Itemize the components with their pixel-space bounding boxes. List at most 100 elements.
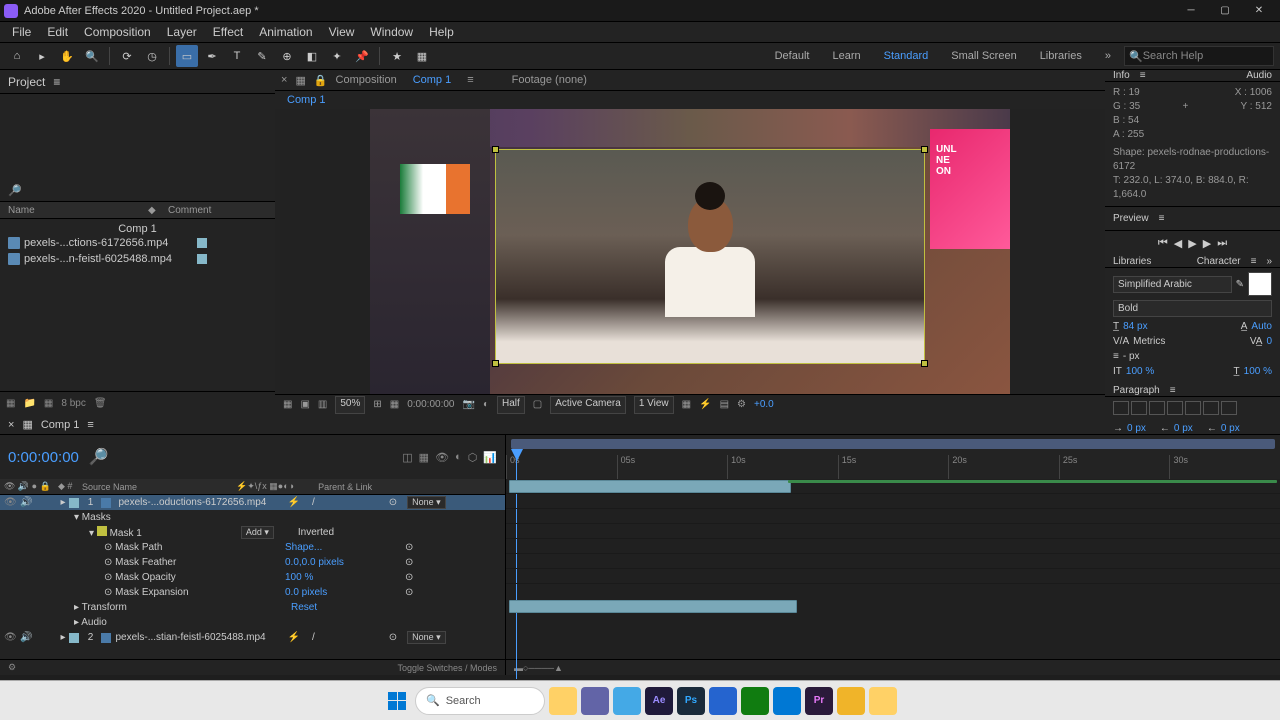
- rotate-tool[interactable]: ◷: [141, 45, 163, 67]
- rectangle-tool[interactable]: ▭: [176, 45, 198, 67]
- menu-window[interactable]: Window: [362, 23, 421, 41]
- audio-tab[interactable]: Audio: [1246, 70, 1272, 81]
- snapshot-icon[interactable]: 📷: [462, 399, 474, 410]
- mask-handle[interactable]: [492, 360, 499, 367]
- col-source-name[interactable]: Source Name: [82, 482, 232, 492]
- roi-icon[interactable]: ▢: [533, 399, 542, 410]
- align-center-icon[interactable]: [1131, 401, 1147, 415]
- menu-animation[interactable]: Animation: [251, 23, 320, 41]
- justify-left-icon[interactable]: [1167, 401, 1183, 415]
- timeline-row[interactable]: 👁🔊▸2pexels-...stian-feistl-6025488.mp4⚡/…: [0, 630, 505, 645]
- timeline-row[interactable]: ⊙ Mask PathShape...⊙: [0, 540, 505, 555]
- timeline-row[interactable]: ▾ Masks: [0, 510, 505, 525]
- guide-icon[interactable]: ▦: [390, 399, 399, 410]
- project-comp-icon[interactable]: ▦: [44, 398, 53, 409]
- frame-blend-icon[interactable]: ◐: [455, 451, 462, 464]
- project-interp-icon[interactable]: ▦: [6, 398, 15, 409]
- color-icon[interactable]: ◐: [483, 399, 489, 410]
- align-right-icon[interactable]: [1149, 401, 1165, 415]
- res-dropdown[interactable]: Half: [497, 396, 525, 414]
- viewer-timecode[interactable]: 0:00:00:00: [407, 399, 454, 410]
- alpha-icon[interactable]: ▦: [283, 399, 292, 410]
- character-tab[interactable]: Character: [1197, 256, 1241, 267]
- taskbar-app-todo[interactable]: [709, 687, 737, 715]
- puppet-tool[interactable]: 📌: [351, 45, 373, 67]
- flowchart-icon[interactable]: ⚙: [737, 399, 746, 410]
- zoom-slider[interactable]: ○────: [523, 663, 554, 673]
- toggle-switches[interactable]: Toggle Switches / Modes: [397, 663, 497, 673]
- res-icon[interactable]: ▥: [318, 399, 327, 410]
- timeline-row[interactable]: ▾ Mask 1Add ▾Inverted: [0, 525, 505, 540]
- info-tab[interactable]: Info: [1113, 70, 1130, 81]
- comp-lock-icon[interactable]: 🔒: [314, 74, 328, 87]
- col-parent[interactable]: Parent & Link: [318, 482, 501, 492]
- font-family-dropdown[interactable]: Simplified Arabic: [1113, 276, 1232, 293]
- timeline-comp-tab[interactable]: Comp 1: [41, 419, 80, 431]
- layer-bar[interactable]: [509, 480, 791, 493]
- comp-menu-icon[interactable]: ≡: [467, 74, 473, 86]
- pen-tool[interactable]: ✒: [201, 45, 223, 67]
- workspace-standard[interactable]: Standard: [874, 50, 939, 62]
- project-bpc[interactable]: 8 bpc: [61, 398, 85, 409]
- eraser-tool[interactable]: ◧: [301, 45, 323, 67]
- camera-dropdown[interactable]: Active Camera: [550, 396, 626, 414]
- shy-icon[interactable]: 👁: [435, 451, 449, 464]
- project-item[interactable]: Comp 1: [0, 219, 275, 235]
- brush-tool[interactable]: ✎: [251, 45, 273, 67]
- hand-tool[interactable]: ✋: [56, 45, 78, 67]
- workspace-overflow-icon[interactable]: »: [1095, 50, 1121, 62]
- paragraph-tab[interactable]: Paragraph: [1113, 385, 1160, 396]
- pixel-icon[interactable]: ▦: [682, 399, 691, 410]
- font-style-dropdown[interactable]: Bold: [1113, 300, 1272, 317]
- fill-toggle[interactable]: ★: [386, 45, 408, 67]
- first-frame-icon[interactable]: ⏮: [1158, 237, 1168, 250]
- taskbar-app-ae[interactable]: Ae: [645, 687, 673, 715]
- panel-menu-icon[interactable]: ≡: [53, 75, 60, 89]
- channel-icon[interactable]: ▣: [300, 399, 309, 410]
- workspace-default[interactable]: Default: [765, 50, 820, 62]
- taskbar-search[interactable]: 🔍 Search: [415, 687, 545, 715]
- fill-color-swatch[interactable]: [1248, 272, 1272, 296]
- type-tool[interactable]: T: [226, 45, 248, 67]
- zoom-dropdown[interactable]: 50%: [335, 396, 365, 414]
- close-button[interactable]: ✕: [1242, 1, 1276, 21]
- libraries-tab[interactable]: Libraries: [1113, 256, 1151, 267]
- mask-handle[interactable]: [921, 360, 928, 367]
- project-item[interactable]: pexels-...ctions-6172656.mp4: [0, 235, 275, 251]
- menu-edit[interactable]: Edit: [39, 23, 76, 41]
- graph-editor-icon[interactable]: 📊: [483, 451, 497, 464]
- timeline-row[interactable]: ▸ Audio: [0, 615, 505, 630]
- eyedropper-icon[interactable]: ✎: [1236, 279, 1244, 290]
- trash-icon[interactable]: 🗑: [94, 398, 107, 409]
- orbit-tool[interactable]: ⟳: [116, 45, 138, 67]
- grid-icon[interactable]: ⊞: [373, 399, 381, 410]
- col-name[interactable]: Name: [8, 205, 148, 216]
- justify-right-icon[interactable]: [1203, 401, 1219, 415]
- maximize-button[interactable]: ▢: [1208, 1, 1242, 21]
- justify-all-icon[interactable]: [1221, 401, 1237, 415]
- mask-handle[interactable]: [921, 146, 928, 153]
- taskbar-app-ps[interactable]: Ps: [677, 687, 705, 715]
- clone-tool[interactable]: ⊕: [276, 45, 298, 67]
- zoom-tool[interactable]: 🔍: [81, 45, 103, 67]
- font-size-value[interactable]: 84 px: [1123, 321, 1147, 332]
- work-area-bar[interactable]: [511, 439, 1275, 449]
- project-tab[interactable]: Project: [8, 75, 45, 89]
- composition-viewer[interactable]: UNLNEON: [275, 109, 1105, 394]
- zoom-in-icon[interactable]: ▲: [554, 663, 563, 673]
- col-comment[interactable]: Comment: [168, 205, 267, 216]
- mask-boundary[interactable]: [495, 149, 925, 364]
- layer-bar[interactable]: [509, 600, 797, 613]
- project-search[interactable]: 🔎: [0, 179, 275, 201]
- fast-preview-icon[interactable]: ⚡: [699, 399, 711, 410]
- last-frame-icon[interactable]: ⏭: [1217, 237, 1227, 250]
- timeline-row[interactable]: ⊙ Mask Expansion0.0 pixels⊙: [0, 585, 505, 600]
- home-icon[interactable]: ⌂: [6, 45, 28, 67]
- timeline-row[interactable]: ▸ TransformReset: [0, 600, 505, 615]
- project-folder-icon[interactable]: 📁: [23, 398, 35, 409]
- next-frame-icon[interactable]: ▶: [1203, 237, 1211, 250]
- taskbar-app-explorer[interactable]: [549, 687, 577, 715]
- project-item[interactable]: pexels-...n-feistl-6025488.mp4: [0, 251, 275, 267]
- timeline-timecode[interactable]: 0:00:00:00: [8, 449, 79, 466]
- taskbar-app-files[interactable]: [613, 687, 641, 715]
